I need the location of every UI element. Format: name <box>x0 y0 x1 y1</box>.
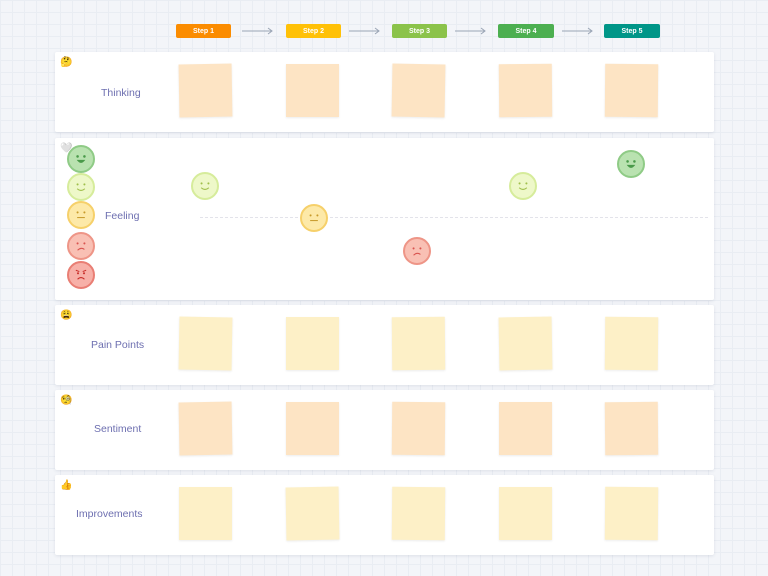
sticky-note[interactable] <box>391 401 446 456</box>
sticky-note[interactable] <box>604 63 659 118</box>
step-4-label: Step 4 <box>515 27 537 35</box>
lane-sentiment: 🧐 Sentiment <box>55 390 714 470</box>
sticky-note[interactable] <box>604 486 659 541</box>
lane-label-feeling: Feeling <box>105 210 140 222</box>
sticky-note[interactable] <box>178 316 233 371</box>
sticky-note[interactable] <box>286 317 339 370</box>
sticky-note[interactable] <box>498 316 553 371</box>
arrow-right-icon <box>349 27 380 35</box>
sticky-note[interactable] <box>604 316 659 371</box>
step-2-label: Step 2 <box>302 27 324 35</box>
weary-face-icon: 😩 <box>60 310 73 321</box>
angry-face-icon[interactable] <box>67 261 95 289</box>
thumbs-up-icon: 👍 <box>60 480 73 491</box>
smiling-face-icon[interactable] <box>67 173 95 201</box>
step-5-header[interactable]: Step 5 <box>604 24 660 38</box>
step-1-label: Step 1 <box>192 27 214 35</box>
sticky-note[interactable] <box>498 63 553 118</box>
sticky-note[interactable] <box>286 402 339 455</box>
sticky-note[interactable] <box>499 402 552 455</box>
sticky-note[interactable] <box>391 63 446 118</box>
sticky-note[interactable] <box>499 487 552 540</box>
sticky-note[interactable] <box>285 486 340 541</box>
lane-label-thinking: Thinking <box>101 87 141 99</box>
lane-thinking: 🤔 Thinking <box>55 52 714 132</box>
thinking-face-icon: 🤔 <box>60 57 73 68</box>
laughing-face-icon[interactable] <box>67 145 95 173</box>
sticky-note[interactable] <box>178 401 233 456</box>
arrow-right-icon <box>242 27 273 35</box>
lane-improvements: 👍 Improvements <box>55 475 714 555</box>
sticky-note[interactable] <box>179 487 232 540</box>
arrow-right-icon <box>455 27 486 35</box>
step-2-header[interactable]: Step 2 <box>286 24 341 38</box>
neutral-face-icon[interactable] <box>67 201 95 229</box>
step-5-label: Step 5 <box>621 27 643 35</box>
smiling-face-icon[interactable] <box>509 172 537 200</box>
monocle-face-icon: 🧐 <box>60 395 73 406</box>
step-1-header[interactable]: Step 1 <box>176 24 231 38</box>
arrow-right-icon <box>562 27 593 35</box>
lane-pain-points: 😩 Pain Points <box>55 305 714 385</box>
neutral-face-icon[interactable] <box>300 204 328 232</box>
sticky-note[interactable] <box>391 486 446 541</box>
sticky-note[interactable] <box>178 63 233 118</box>
smiling-face-icon[interactable] <box>191 172 219 200</box>
step-3-label: Step 3 <box>408 27 430 35</box>
laughing-face-icon[interactable] <box>617 150 645 178</box>
lane-label-sentiment: Sentiment <box>94 423 142 435</box>
lane-label-pain-points: Pain Points <box>91 339 145 351</box>
lane-label-improvements: Improvements <box>76 508 143 520</box>
sticky-note[interactable] <box>604 401 659 456</box>
lane-feeling: 🤍 Feeling <box>55 138 714 300</box>
step-4-header[interactable]: Step 4 <box>498 24 554 38</box>
frowning-face-icon[interactable] <box>67 232 95 260</box>
step-3-header[interactable]: Step 3 <box>392 24 447 38</box>
sticky-note[interactable] <box>286 64 339 117</box>
sticky-note[interactable] <box>391 316 446 371</box>
feeling-baseline <box>200 217 708 218</box>
frowning-face-icon[interactable] <box>403 237 431 265</box>
